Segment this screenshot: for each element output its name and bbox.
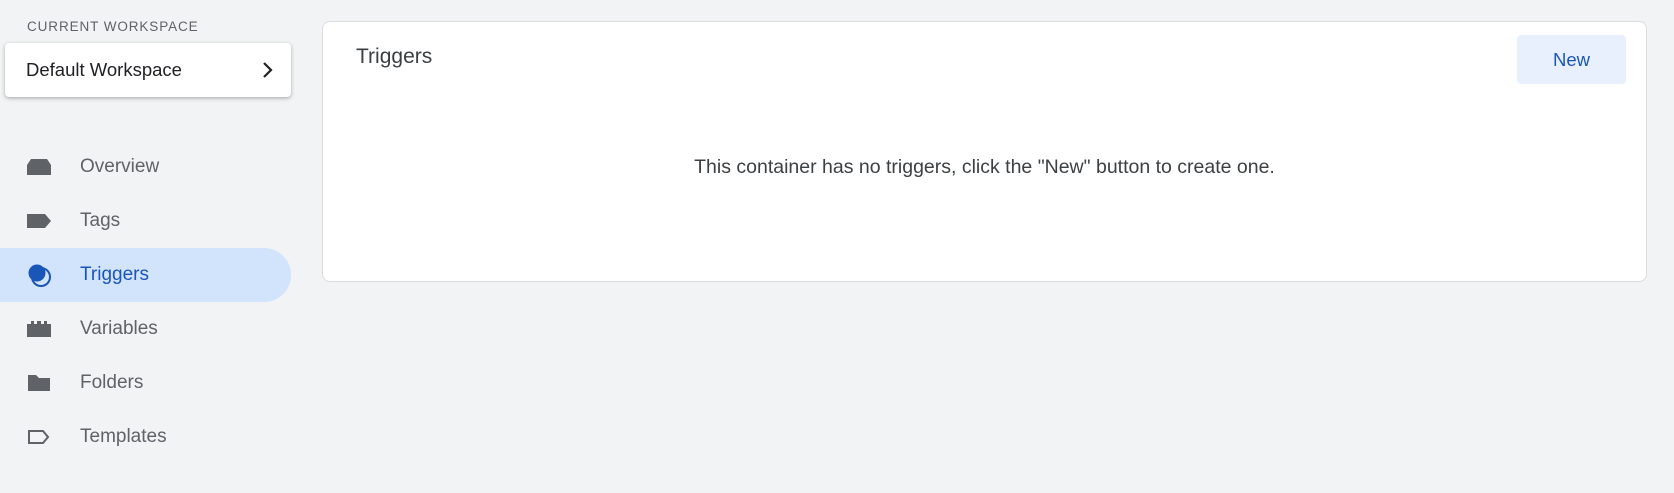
- sidebar-item-variables[interactable]: Variables: [0, 302, 291, 356]
- sidebar-item-label: Templates: [80, 426, 167, 447]
- workspace-name: Default Workspace: [26, 59, 182, 80]
- template-icon: [26, 425, 52, 449]
- triggers-icon: [26, 263, 52, 287]
- sidebar-nav: Overview Tags Triggers Variables Folders…: [0, 140, 292, 464]
- sidebar-item-tags[interactable]: Tags: [0, 194, 291, 248]
- empty-state-message: This container has no triggers, click th…: [694, 156, 1275, 178]
- sidebar-item-folders[interactable]: Folders: [0, 356, 291, 410]
- sidebar: CURRENT WORKSPACE Default Workspace Over…: [0, 0, 292, 493]
- sidebar-item-templates[interactable]: Templates: [0, 410, 291, 464]
- sidebar-item-label: Overview: [80, 156, 160, 177]
- sidebar-item-label: Folders: [80, 372, 144, 393]
- variables-icon: [26, 317, 52, 341]
- current-workspace-label: CURRENT WORKSPACE: [27, 19, 199, 34]
- tag-icon: [26, 209, 52, 233]
- sidebar-item-label: Tags: [80, 210, 121, 231]
- triggers-panel: Triggers New This container has no trigg…: [322, 21, 1647, 282]
- sidebar-item-overview[interactable]: Overview: [0, 140, 291, 194]
- workspace-selector[interactable]: Default Workspace: [5, 43, 291, 97]
- sidebar-item-triggers[interactable]: Triggers: [0, 248, 291, 302]
- sidebar-item-label: Triggers: [80, 264, 149, 285]
- chevron-right-icon: [261, 61, 275, 79]
- folder-icon: [26, 371, 52, 395]
- new-trigger-button[interactable]: New: [1517, 35, 1626, 84]
- overview-icon: [26, 155, 52, 179]
- sidebar-item-label: Variables: [80, 318, 158, 339]
- page-title: Triggers: [356, 45, 433, 68]
